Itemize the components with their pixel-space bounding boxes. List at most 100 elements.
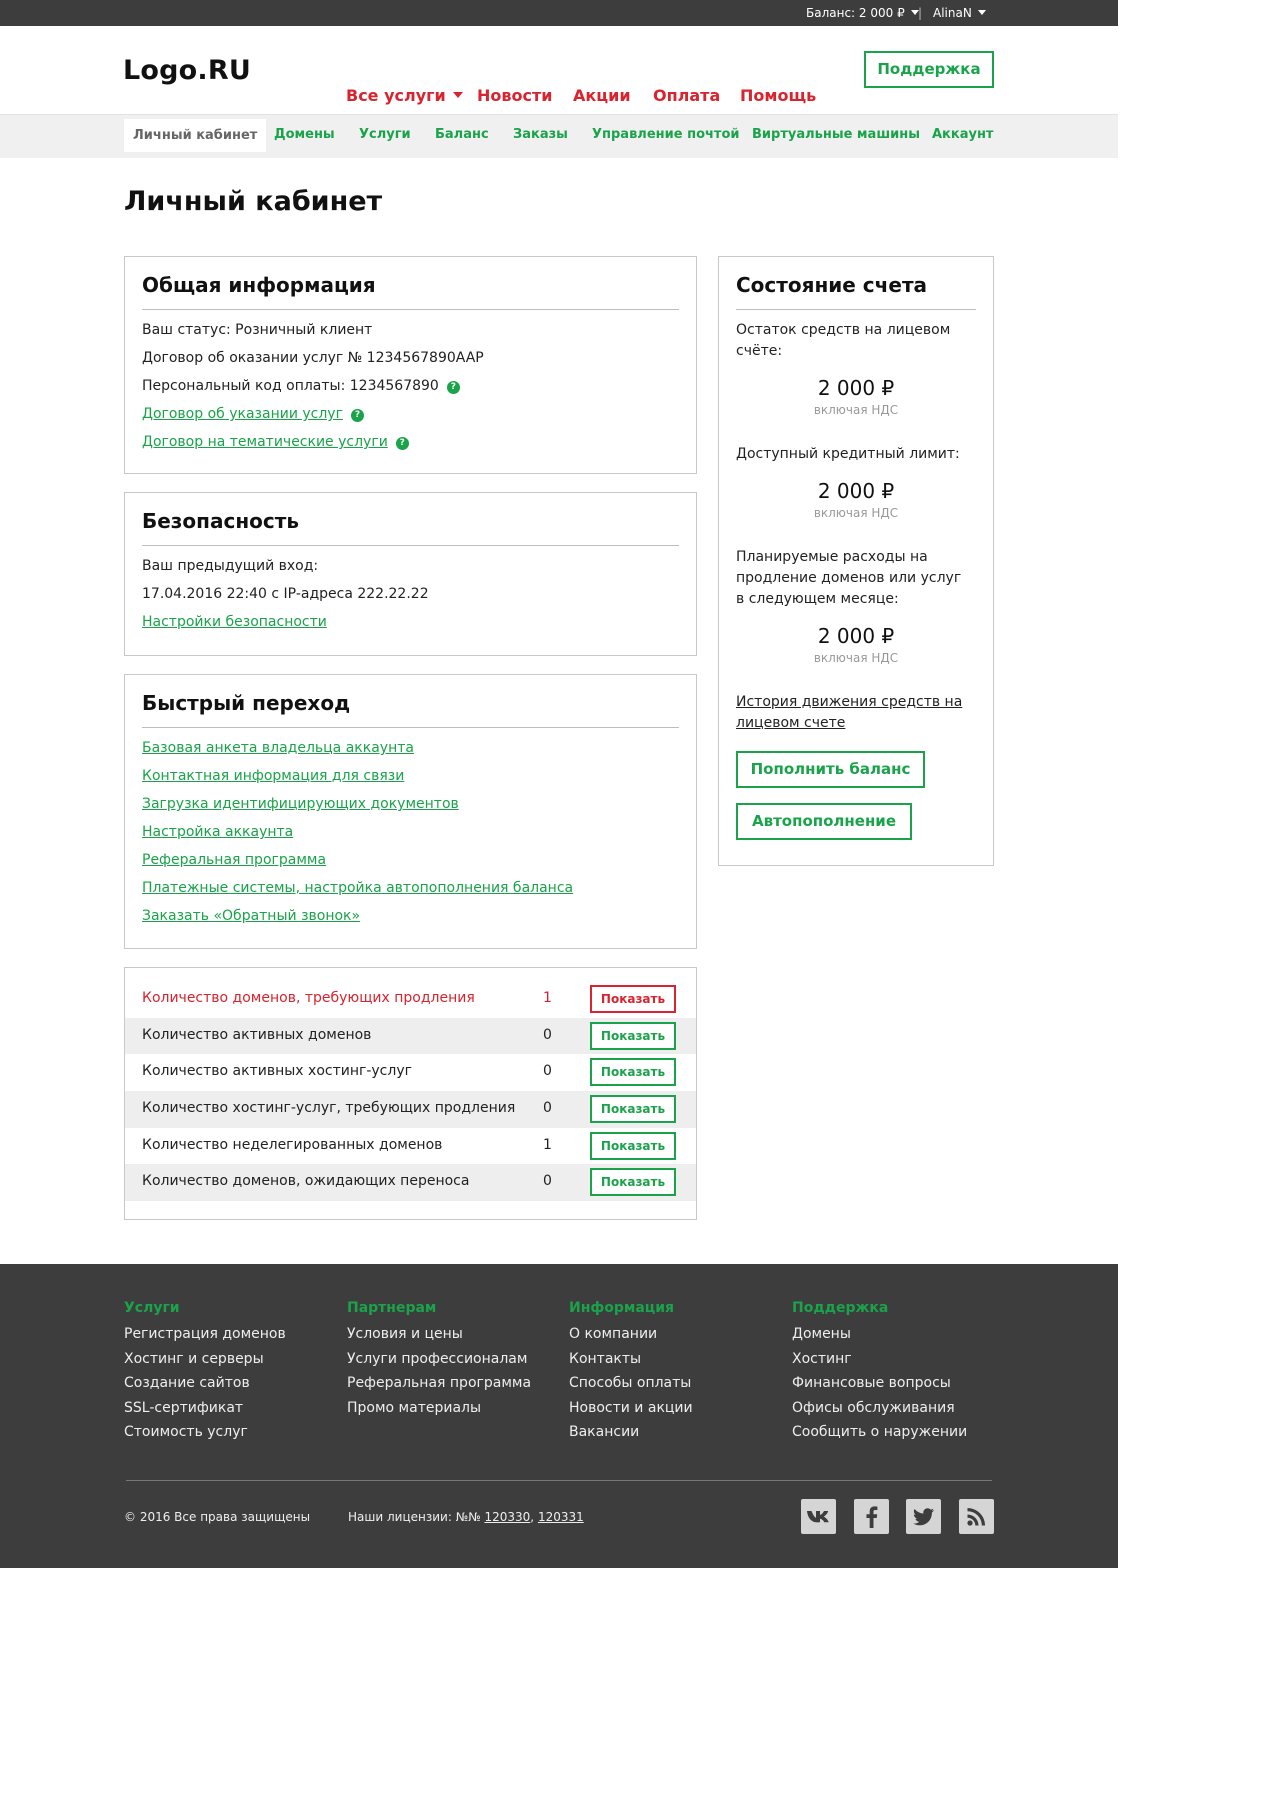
thematic-link-row: Договор на тематические услуги? [142, 428, 696, 456]
quick-link-owner-form[interactable]: Базовая анкета владельца аккаунта [142, 740, 414, 756]
nav-all-services[interactable]: Все услуги [346, 86, 463, 105]
balance-label: Остаток средств на лицевом счёте: [736, 322, 951, 359]
vat-note: включая НДС [813, 506, 899, 520]
show-button[interactable]: Показать [590, 1021, 676, 1050]
show-button[interactable]: Показать [590, 1095, 676, 1124]
nav-payment[interactable]: Оплата [653, 86, 720, 105]
footer-link[interactable]: Сообщить о наружении [792, 1420, 967, 1445]
footer-link[interactable]: Хостинг и серверы [124, 1347, 286, 1372]
stat-count: 0 [543, 1063, 552, 1080]
username: AlinaN [933, 6, 972, 20]
subnav-account[interactable]: Аккаунт [932, 127, 993, 142]
subnav-orders[interactable]: Заказы [513, 127, 568, 142]
footer-link[interactable]: О компании [569, 1322, 693, 1347]
footer-link[interactable]: Промо материалы [347, 1396, 531, 1421]
show-button[interactable]: Показать [590, 985, 676, 1013]
quick-link-callback[interactable]: Заказать «Обратный звонок» [142, 908, 360, 924]
help-icon[interactable]: ? [395, 437, 409, 450]
quick-link-row: Контактная информация для связи [142, 762, 696, 790]
footer-link[interactable]: Регистрация доменов [124, 1322, 286, 1347]
balance-dropdown[interactable]: Баланс: 2 000 ₽ [806, 6, 919, 20]
subnav-vms[interactable]: Виртуальные машины [752, 127, 920, 142]
footer-link[interactable]: Хостинг [792, 1347, 967, 1372]
history-link-line: лицевом счете [736, 715, 846, 731]
client-status: Ваш статус: Розничный клиент [142, 322, 373, 338]
show-button[interactable]: Показать [590, 1058, 676, 1087]
help-icon[interactable]: ? [350, 409, 364, 422]
user-menu[interactable]: AlinaN [933, 6, 986, 20]
quick-link-contact-info[interactable]: Контактная информация для связи [142, 768, 404, 784]
subnav-dashboard[interactable]: Личный кабинет [124, 119, 267, 152]
show-button[interactable]: Показать [590, 1168, 676, 1197]
logo[interactable]: Logo.RU [123, 55, 251, 86]
vat-note: включая НДС [813, 651, 899, 665]
history-link[interactable]: История движения средств на лицевом счет… [719, 692, 993, 734]
topup-balance-button[interactable]: Пополнить баланс [736, 751, 925, 788]
table-row: Количество доменов, ожидающих переноса 0… [125, 1164, 696, 1202]
footer-column-title: Услуги [124, 1300, 180, 1316]
planned-label-line: продление доменов или услуг [736, 570, 962, 586]
top-bar: Баланс: 2 000 ₽ | AlinaN [0, 0, 1118, 26]
footer-column-title: Поддержка [792, 1300, 889, 1316]
subnav-mail[interactable]: Управление почтой [592, 127, 740, 142]
subnav-balance[interactable]: Баланс [435, 127, 489, 142]
security-card: Безопасность Ваш предыдущий вход: 17.04.… [124, 492, 697, 656]
footer-link[interactable]: Условия и цены [347, 1322, 531, 1347]
support-button[interactable]: Поддержка [864, 51, 994, 88]
twitter-icon[interactable] [906, 1499, 941, 1534]
footer-link[interactable]: Финансовые вопросы [792, 1371, 967, 1396]
site-header: Logo.RU Все услуги Новости Акции Оплата … [0, 26, 1118, 114]
credit-label: Доступный кредитный лимит: [736, 446, 960, 462]
quick-link-row: Реферальная программа [142, 846, 696, 874]
contract-link[interactable]: Договор об указании услуг [142, 406, 343, 422]
footer-column-partners: Партнерам Условия и цены Услуги професси… [347, 1300, 531, 1420]
nav-promos[interactable]: Акции [573, 86, 631, 105]
security-settings-link[interactable]: Настройки безопасности [142, 614, 327, 630]
footer-link[interactable]: Офисы обслуживания [792, 1396, 967, 1421]
autopay-button[interactable]: Автопополнение [736, 803, 912, 840]
footer-column-title: Партнерам [347, 1300, 437, 1316]
footer-link[interactable]: Стоимость услуг [124, 1420, 286, 1445]
footer-link[interactable]: Домены [792, 1322, 967, 1347]
nav-label: Все услуги [346, 86, 446, 105]
quick-link-documents[interactable]: Загрузка идентифицирующих документов [142, 796, 459, 812]
stat-label: Количество активных доменов [142, 1026, 372, 1043]
balance-label: Баланс: 2 000 ₽ [806, 6, 905, 20]
footer-link[interactable]: Контакты [569, 1347, 693, 1372]
footer-link[interactable]: Услуги профессионалам [347, 1347, 531, 1372]
rss-icon[interactable] [959, 1499, 994, 1534]
footer-link[interactable]: Новости и акции [569, 1396, 693, 1421]
table-row: Количество активных хостинг-услуг 0 Пока… [125, 1054, 696, 1091]
stat-count: 1 [543, 1136, 552, 1153]
quick-link-referral[interactable]: Реферальная программа [142, 852, 326, 868]
license-link[interactable]: 120330 [484, 1510, 530, 1524]
footer-link[interactable]: Реферальная программа [347, 1371, 531, 1396]
footer-link[interactable]: SSL-сертификат [124, 1396, 286, 1421]
quick-link-row: Базовая анкета владельца аккаунта [142, 734, 696, 762]
nav-news[interactable]: Новости [477, 86, 552, 105]
help-icon[interactable]: ? [446, 381, 460, 394]
thematic-contract-link[interactable]: Договор на тематические услуги [142, 434, 388, 450]
quick-link-row: Заказать «Обратный звонок» [142, 902, 696, 930]
topbar-separator: | [918, 6, 923, 20]
quick-link-account-settings[interactable]: Настройка аккаунта [142, 824, 293, 840]
table-row: Количество хостинг-услуг, требующих прод… [125, 1091, 696, 1128]
card-title: Быстрый переход [142, 691, 679, 728]
quick-link-payment-systems[interactable]: Платежные системы, настройка автопополне… [142, 880, 573, 896]
nav-help[interactable]: Помощь [740, 86, 816, 105]
contract-link-row: Договор об указании услуг? [142, 400, 696, 428]
credit-amount: 2 000 ₽ [817, 479, 895, 503]
copyright: © 2016 Все права защищены [124, 1510, 311, 1524]
account-subnav: Личный кабинет Домены Услуги Баланс Зака… [0, 114, 1118, 158]
subnav-services[interactable]: Услуги [359, 127, 411, 142]
prev-login-value: 17.04.2016 22:40 с IP-адреса 222.22.22 [142, 586, 429, 602]
footer-link[interactable]: Вакансии [569, 1420, 693, 1445]
footer-link[interactable]: Способы оплаты [569, 1371, 693, 1396]
license-link[interactable]: 120331 [538, 1510, 584, 1524]
subnav-domains[interactable]: Домены [274, 127, 335, 142]
footer-link[interactable]: Создание сайтов [124, 1371, 286, 1396]
vk-icon[interactable] [801, 1499, 836, 1534]
show-button[interactable]: Показать [590, 1131, 676, 1160]
facebook-icon[interactable] [854, 1499, 889, 1534]
license-separator: , [530, 1510, 535, 1524]
